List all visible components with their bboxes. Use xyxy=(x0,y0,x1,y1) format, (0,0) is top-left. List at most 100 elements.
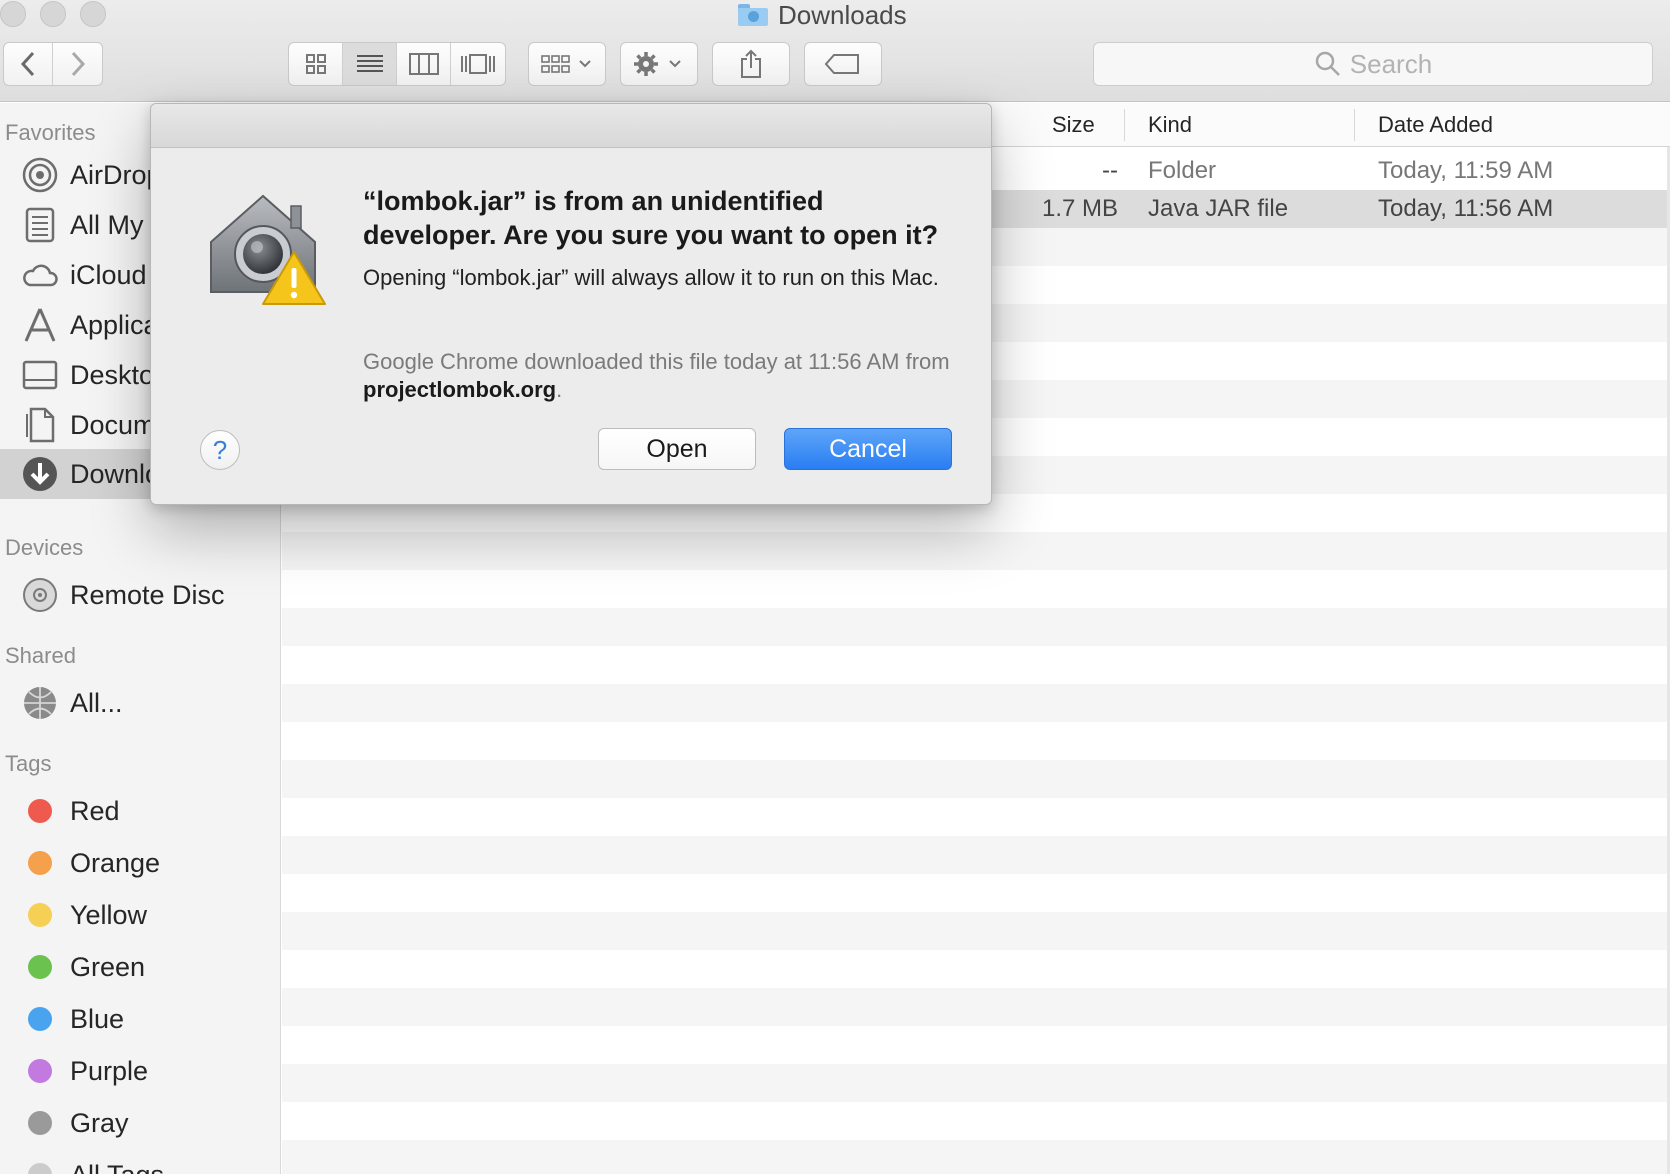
edit-tags-button[interactable] xyxy=(804,42,882,86)
empty-row xyxy=(282,836,1670,874)
chevron-left-icon xyxy=(20,51,35,77)
empty-row xyxy=(282,874,1670,912)
icloud-icon xyxy=(21,256,59,294)
window-title: Downloads xyxy=(738,0,907,30)
tag-color-dot xyxy=(28,955,52,979)
column-view-button[interactable] xyxy=(397,43,451,85)
cover-flow-button[interactable] xyxy=(451,43,505,85)
empty-row xyxy=(282,608,1670,646)
action-button[interactable] xyxy=(620,42,698,86)
empty-row xyxy=(282,1102,1670,1140)
empty-row xyxy=(282,570,1670,608)
sidebar-item-label: Red xyxy=(70,795,120,826)
share-button[interactable] xyxy=(712,42,790,86)
close-window-button[interactable] xyxy=(0,1,26,27)
sidebar-item-label: Blue xyxy=(70,1003,125,1034)
tag-color-dot xyxy=(28,851,52,875)
favorites-header: Favorites xyxy=(5,120,96,145)
forward-button[interactable] xyxy=(53,43,102,85)
view-mode-segment xyxy=(288,42,506,86)
empty-row xyxy=(282,760,1670,798)
sidebar-item-label: Gray xyxy=(70,1107,129,1138)
column-kind[interactable]: Kind xyxy=(1148,103,1192,147)
sidebar-tag-purple[interactable]: Purple xyxy=(0,1046,281,1096)
sidebar-tag-blue[interactable]: Blue xyxy=(0,994,281,1044)
empty-row xyxy=(282,722,1670,760)
icon-view-button[interactable] xyxy=(289,43,343,85)
tag-color-dot xyxy=(28,1059,52,1083)
sidebar-item-label: All Tags... xyxy=(70,1160,187,1174)
tag-color-dot xyxy=(28,799,52,823)
cover-flow-icon xyxy=(461,54,495,74)
empty-row xyxy=(282,988,1670,1026)
column-size[interactable]: Size xyxy=(1052,103,1095,147)
zoom-window-button[interactable] xyxy=(80,1,106,27)
window-title-text: Downloads xyxy=(778,0,907,30)
applications-icon xyxy=(21,306,59,344)
open-button[interactable]: Open xyxy=(598,428,756,470)
tag-icon xyxy=(824,54,859,74)
search-input[interactable]: Search xyxy=(1093,42,1653,86)
grid-icon xyxy=(305,54,326,74)
empty-row xyxy=(282,646,1670,684)
sidebar-tag-gray[interactable]: Gray xyxy=(0,1098,281,1148)
download-note-text: Google Chrome downloaded this file today… xyxy=(363,349,950,374)
empty-row xyxy=(282,1140,1670,1174)
tags-header: Tags xyxy=(5,751,52,776)
gatekeeper-dialog: “lombok.jar” is from an unidentified dev… xyxy=(150,103,992,505)
sidebar-item-label: Yellow xyxy=(70,899,148,930)
disc-icon xyxy=(21,576,59,614)
list-icon xyxy=(356,55,383,72)
sidebar-item-label: Orange xyxy=(70,847,161,878)
date-added-cell: Today, 11:59 AM xyxy=(1378,157,1554,184)
dialog-message: Opening “lombok.jar” will always allow i… xyxy=(363,265,939,290)
back-button[interactable] xyxy=(4,43,54,85)
gear-icon xyxy=(634,52,681,76)
dialog-title-bar xyxy=(151,104,991,148)
cancel-button[interactable]: Cancel xyxy=(784,428,952,470)
arrange-icon xyxy=(541,55,591,73)
search-icon xyxy=(1315,51,1340,76)
tag-color-dot xyxy=(28,1163,52,1174)
columns-icon xyxy=(408,53,439,75)
window-toolbar: Downloads Search xyxy=(0,0,1670,102)
empty-row xyxy=(282,912,1670,950)
empty-row xyxy=(282,1064,1670,1102)
history-nav xyxy=(3,42,103,86)
sidebar-item-label: AirDrop xyxy=(70,159,162,190)
tag-color-dot xyxy=(28,1111,52,1135)
tag-color-dot xyxy=(28,1007,52,1031)
sidebar-tag-yellow[interactable]: Yellow xyxy=(0,890,281,940)
download-source: projectlombok.org xyxy=(363,377,557,402)
empty-row xyxy=(282,684,1670,722)
kind-cell: Java JAR file xyxy=(1148,195,1289,222)
downloads-folder-icon xyxy=(738,4,768,26)
arrange-button[interactable] xyxy=(528,42,606,86)
tag-color-dot xyxy=(28,903,52,927)
download-note-period: . xyxy=(556,377,563,402)
airdrop-icon xyxy=(21,156,59,194)
sidebar-tag-all-tags[interactable]: All Tags... xyxy=(0,1150,281,1174)
size-cell: -- xyxy=(1102,157,1118,184)
date-added-cell: Today, 11:56 AM xyxy=(1378,195,1554,222)
sidebar-item-remote-disc[interactable]: Remote Disc xyxy=(0,570,281,620)
network-icon xyxy=(21,684,59,722)
minimize-window-button[interactable] xyxy=(40,1,66,27)
list-view-button[interactable] xyxy=(343,43,397,85)
sidebar-item-all-shared[interactable]: All... xyxy=(0,678,281,728)
column-date-added[interactable]: Date Added xyxy=(1378,103,1493,147)
sidebar-item-label: Green xyxy=(70,951,146,982)
sidebar-tag-red[interactable]: Red xyxy=(0,786,281,836)
sidebar-tag-orange[interactable]: Orange xyxy=(0,838,281,888)
shared-header: Shared xyxy=(5,643,76,668)
chevron-right-icon xyxy=(71,51,85,77)
desktop-icon xyxy=(21,356,59,394)
search-placeholder: Search xyxy=(1349,48,1433,79)
help-button[interactable]: ? xyxy=(200,430,240,470)
documents-icon xyxy=(21,406,59,444)
empty-row xyxy=(282,798,1670,836)
sidebar-tag-green[interactable]: Green xyxy=(0,942,281,992)
kind-cell: Folder xyxy=(1148,157,1217,184)
sidebar-item-label: Purple xyxy=(70,1055,149,1086)
empty-row xyxy=(282,950,1670,988)
